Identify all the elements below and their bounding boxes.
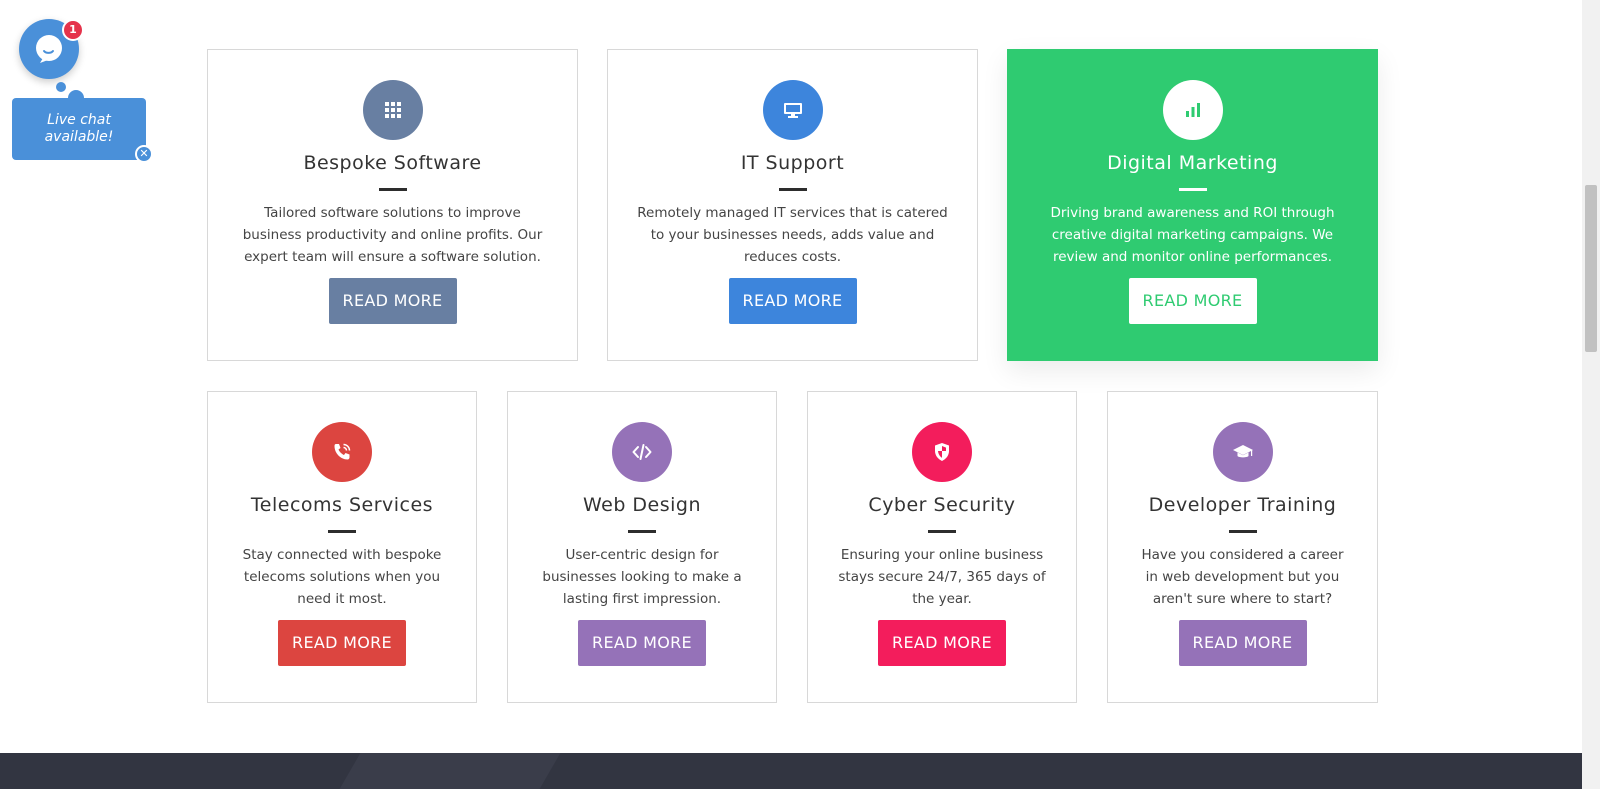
footer-section <box>0 753 1582 789</box>
shield-icon <box>912 422 972 482</box>
chat-icon <box>36 35 62 63</box>
footer-decoration <box>339 753 561 789</box>
title-divider <box>1228 530 1257 533</box>
service-card-digital-marketing: Digital Marketing Driving brand awarenes… <box>1007 49 1378 361</box>
service-description: Ensuring your online business stays secu… <box>838 547 1046 607</box>
phone-icon <box>312 422 372 482</box>
service-description: Driving brand awareness and ROI through … <box>1050 205 1335 265</box>
title-divider <box>928 530 956 533</box>
service-description: User-centric design for businesses looki… <box>542 547 742 607</box>
chat-tooltip-dot <box>56 82 66 92</box>
service-title: Web Design <box>582 494 702 516</box>
title-divider <box>628 530 656 533</box>
title-divider <box>328 530 356 533</box>
service-title: IT Support <box>740 152 845 174</box>
grid-icon <box>362 80 423 140</box>
service-description: Tailored software solutions to improve b… <box>242 205 543 265</box>
read-more-button[interactable]: READ MORE <box>878 620 1006 666</box>
scrollbar-thumb[interactable] <box>1585 185 1597 352</box>
read-more-button[interactable]: READ MORE <box>328 278 457 324</box>
service-title: Bespoke Software <box>303 152 482 174</box>
live-chat-tooltip[interactable]: Live chat available! <box>12 98 146 160</box>
code-icon <box>612 422 672 482</box>
page: Bespoke Software Tailored software solut… <box>0 0 1600 789</box>
service-card-it-support: IT Support Remotely managed IT services … <box>607 49 978 361</box>
read-more-button[interactable]: READ MORE <box>278 620 406 666</box>
close-icon[interactable]: ✕ <box>135 145 153 163</box>
title-divider <box>778 188 807 191</box>
service-title: Cyber Security <box>868 494 1016 516</box>
service-title: Telecoms Services <box>250 494 434 516</box>
service-card-cyber-security: Cyber Security Ensuring your online busi… <box>807 391 1077 703</box>
read-more-button[interactable]: READ MORE <box>578 620 706 666</box>
service-description: Stay connected with bespoke telecoms sol… <box>242 547 442 607</box>
service-title: Developer Training <box>1148 494 1337 516</box>
read-more-button[interactable]: READ MORE <box>728 278 857 324</box>
title-divider <box>378 188 407 191</box>
service-description: Remotely managed IT services that is cat… <box>637 205 948 265</box>
monitor-icon <box>762 80 823 140</box>
service-card-developer-training: Developer Training Have you considered a… <box>1107 391 1378 703</box>
title-divider <box>1178 188 1207 191</box>
live-chat-tooltip-text: Live chat available! <box>44 112 114 145</box>
service-card-bespoke-software: Bespoke Software Tailored software solut… <box>207 49 578 361</box>
service-card-telecoms-services: Telecoms Services Stay connected with be… <box>207 391 477 703</box>
service-description: Have you considered a career in web deve… <box>1141 547 1344 607</box>
service-card-web-design: Web Design User-centric design for busin… <box>507 391 777 703</box>
read-more-button[interactable]: READ MORE <box>1178 620 1307 666</box>
chat-notification-badge: 1 <box>62 19 84 41</box>
read-more-button[interactable]: READ MORE <box>1128 278 1257 324</box>
graduation-cap-icon <box>1212 422 1273 482</box>
bar-chart-icon <box>1162 80 1223 140</box>
service-title: Digital Marketing <box>1107 152 1278 174</box>
page-scrollbar[interactable] <box>1582 0 1600 789</box>
